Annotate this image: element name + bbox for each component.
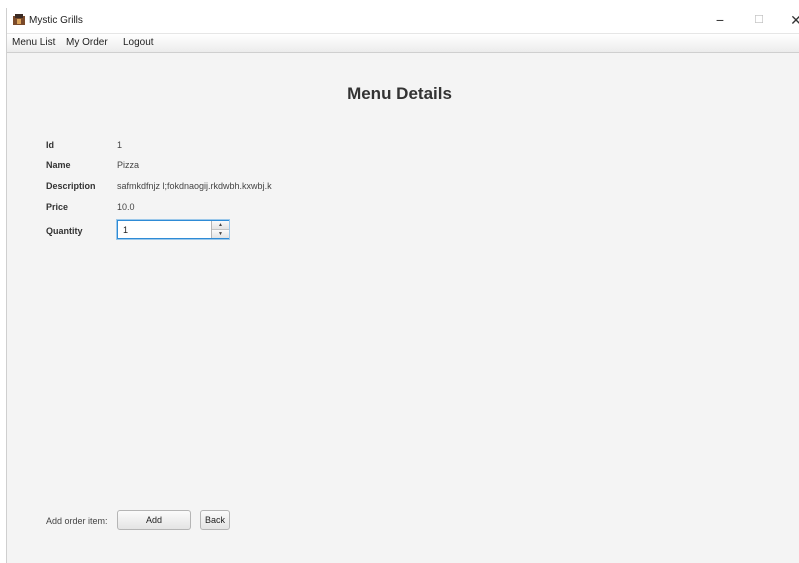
spinner-buttons: ▲ ▼ — [211, 221, 229, 238]
app-logo-icon — [13, 14, 25, 25]
window-title: Mystic Grills — [29, 15, 83, 26]
id-value: 1 — [117, 140, 123, 150]
arrow-up-icon[interactable]: ▲ — [212, 221, 229, 230]
add-order-item-label: Add order item: — [46, 516, 108, 526]
price-value: 10.0 — [117, 202, 135, 212]
quantity-label: Quantity — [46, 226, 83, 236]
page-title: Menu Details — [347, 84, 452, 103]
name-label: Name — [46, 160, 71, 170]
close-button[interactable]: ✕ — [785, 11, 799, 29]
quantity-spinner[interactable]: ▲ ▼ — [117, 220, 229, 239]
description-label: Description — [46, 181, 96, 191]
title-bar: Mystic Grills − ☐ ✕ — [7, 8, 799, 34]
menu-bar: Menu List My Order Logout — [7, 34, 799, 53]
back-button[interactable]: Back — [200, 510, 230, 530]
maximize-button[interactable]: ☐ — [748, 11, 770, 29]
add-button[interactable]: Add — [117, 510, 191, 530]
menu-item-logout[interactable]: Logout — [121, 36, 156, 49]
name-value: Pizza — [117, 160, 140, 170]
arrow-down-icon[interactable]: ▼ — [212, 230, 229, 238]
menu-item-my-order[interactable]: My Order — [64, 36, 110, 49]
minimize-button[interactable]: − — [709, 11, 731, 29]
menu-item-menu-list[interactable]: Menu List — [10, 36, 57, 49]
description-value: safmkdfnjz l;fokdnaogij.rkdwbh.kxwbj.k — [117, 181, 272, 191]
id-label: Id — [46, 140, 54, 150]
quantity-input[interactable] — [118, 221, 214, 238]
price-label: Price — [46, 202, 69, 212]
